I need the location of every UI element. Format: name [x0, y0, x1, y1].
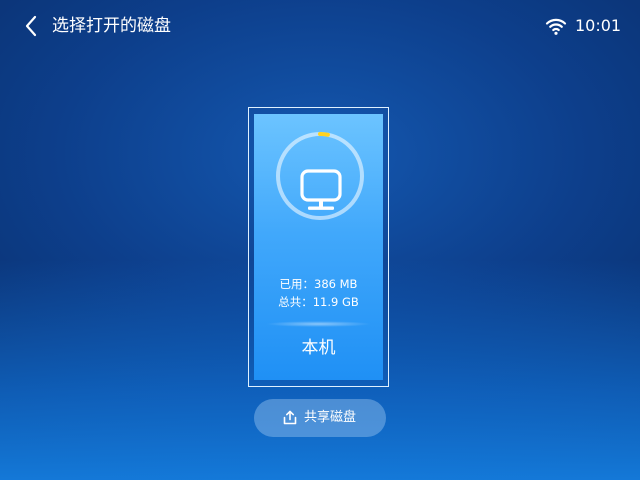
share-disk-button[interactable]: 共享磁盘 — [254, 399, 386, 437]
disk-label: 本机 — [301, 338, 336, 358]
usage-ring-progress — [318, 131, 330, 137]
clock: 10:01 — [575, 16, 622, 35]
card-divider — [266, 321, 371, 327]
top-bar: 选择打开的磁盘 10:01 — [0, 0, 640, 54]
used-space-text: 已用：386 MB — [279, 277, 358, 291]
disk-card-body: 已用：386 MB 总共：11.9 GB 本机 — [254, 114, 383, 380]
chevron-left-icon — [25, 15, 37, 37]
monitor-icon — [299, 169, 343, 213]
back-button[interactable] — [18, 12, 46, 40]
wifi-icon — [545, 16, 567, 36]
total-space-text: 总共：11.9 GB — [278, 295, 359, 309]
share-upload-icon — [283, 410, 297, 425]
disk-card-local[interactable]: 已用：386 MB 总共：11.9 GB 本机 — [248, 107, 389, 387]
share-disk-label: 共享磁盘 — [304, 410, 357, 425]
page-title: 选择打开的磁盘 — [52, 16, 171, 36]
